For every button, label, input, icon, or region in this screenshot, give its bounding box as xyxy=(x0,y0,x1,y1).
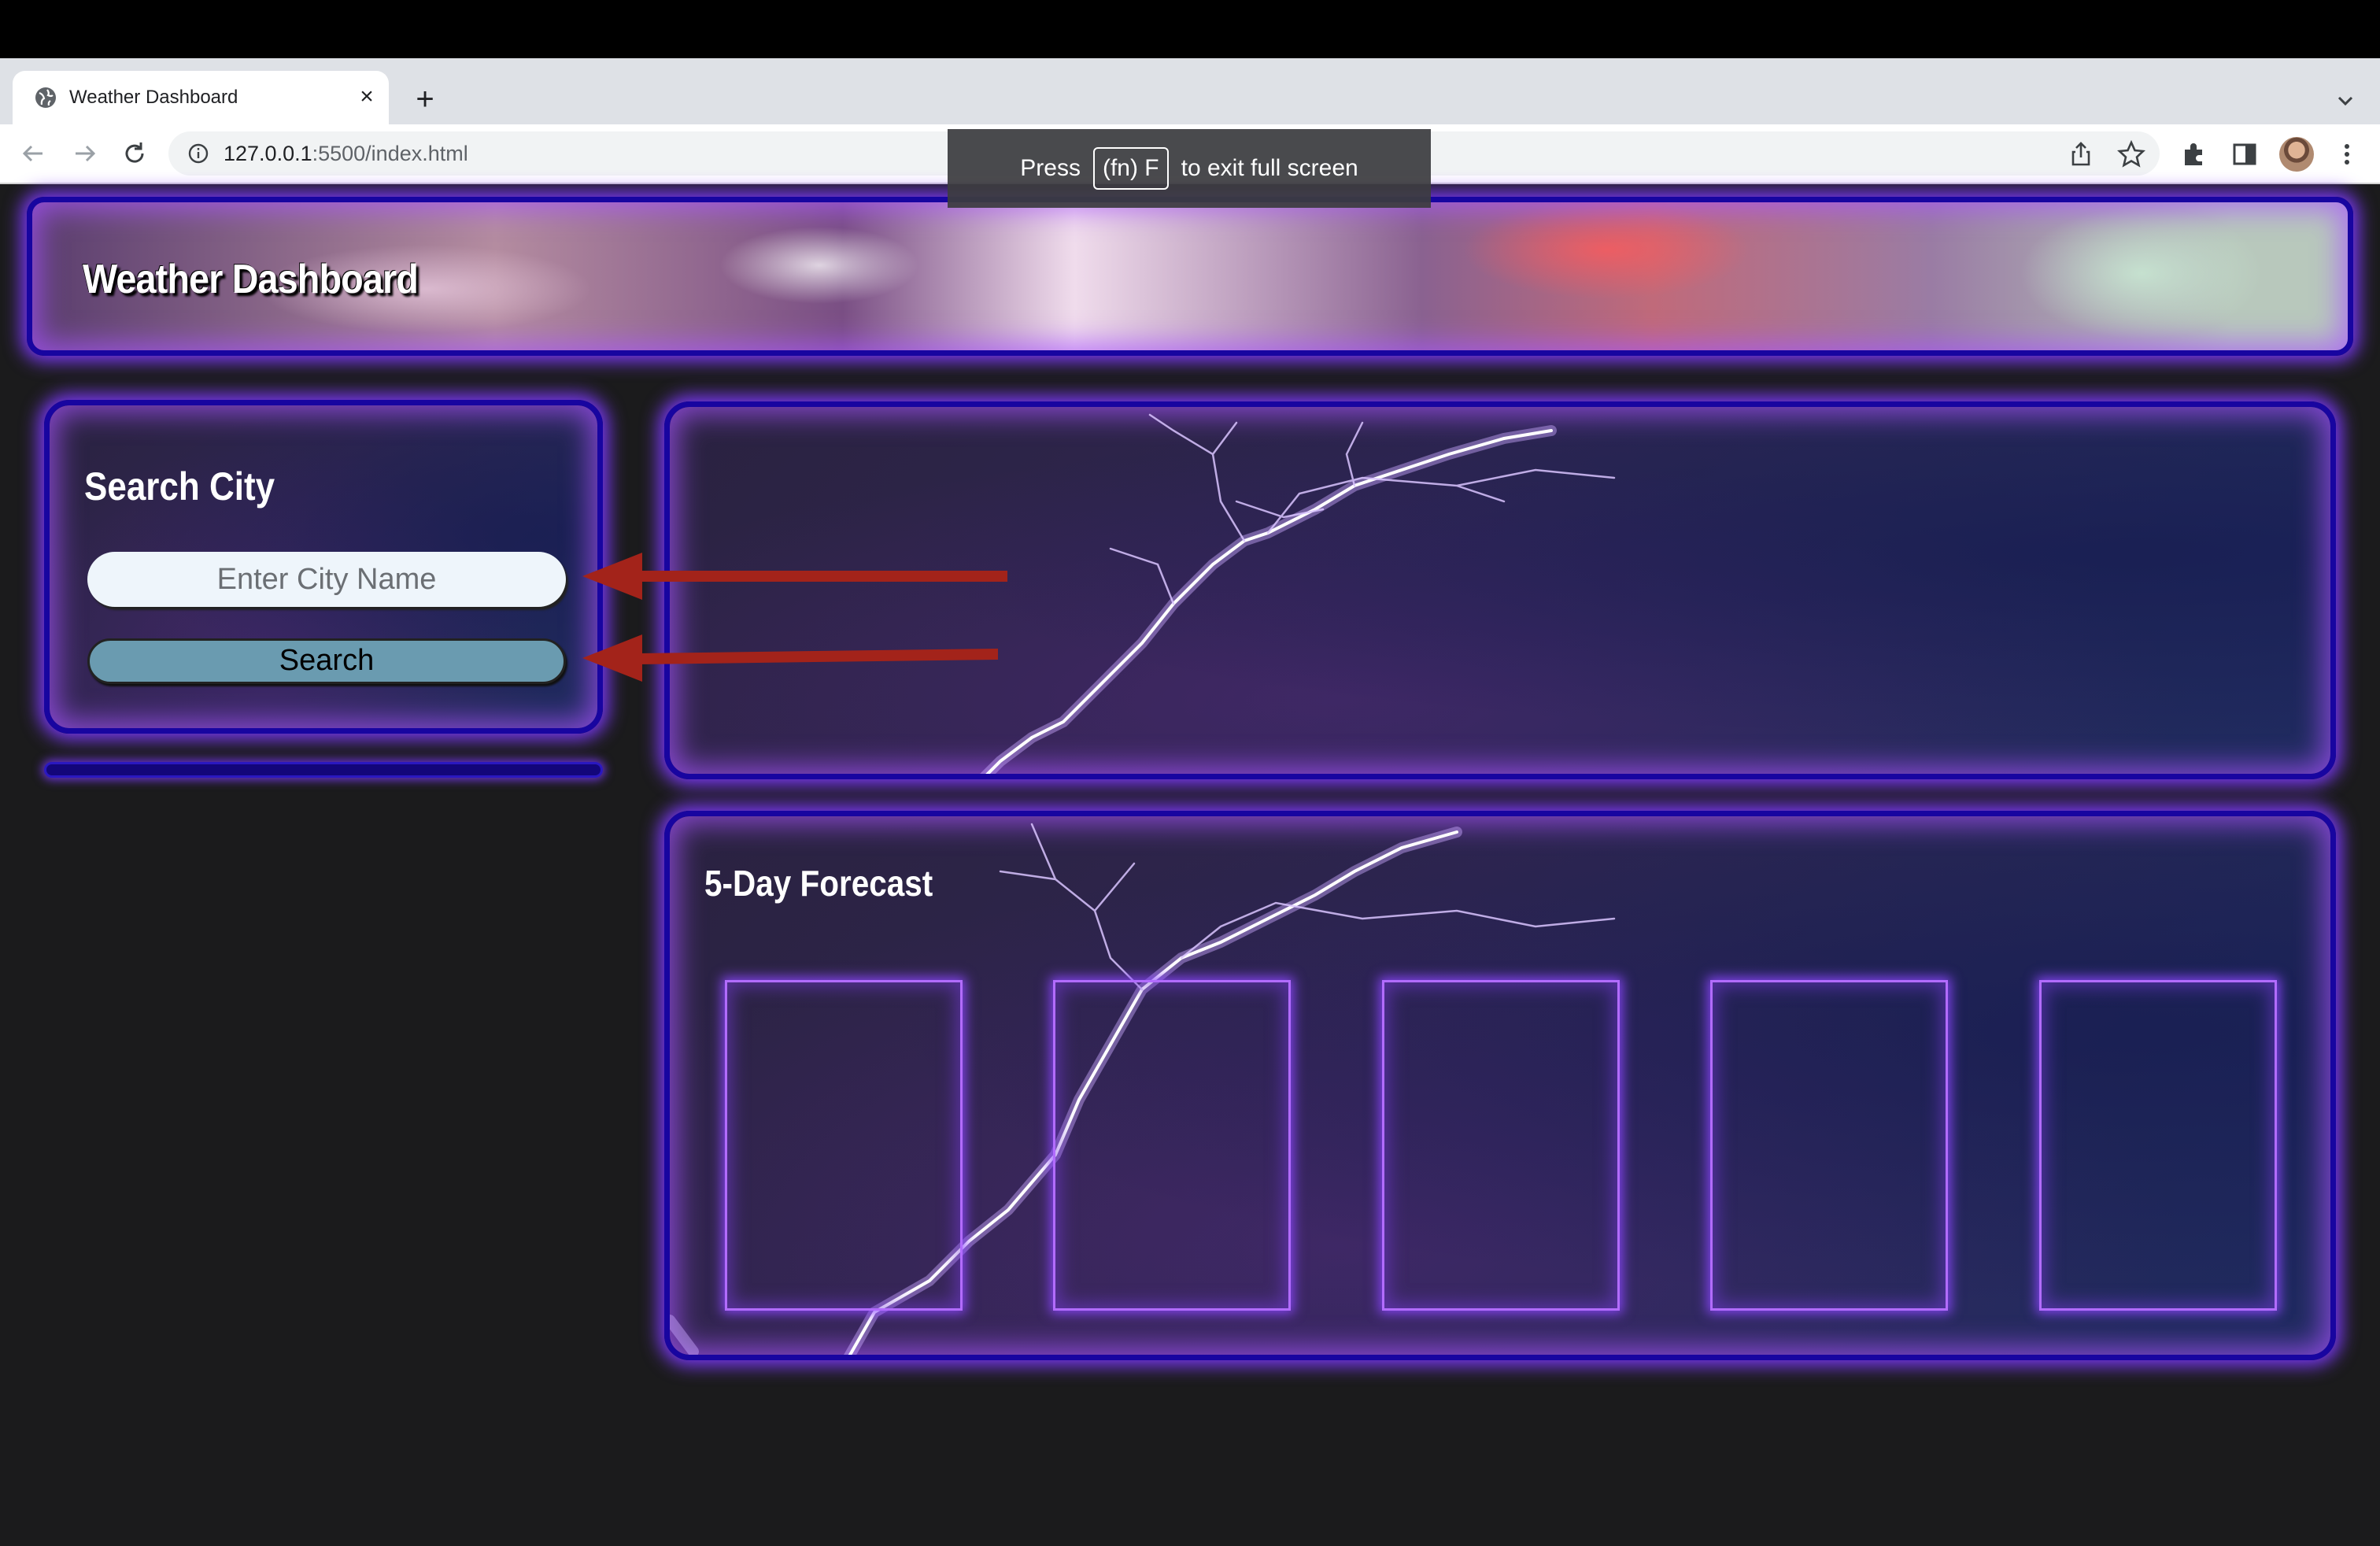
forecast-title: 5-Day Forecast xyxy=(704,863,933,904)
search-title: Search City xyxy=(84,464,275,509)
fullscreen-toast: Press (fn) F to exit full screen xyxy=(948,129,1431,208)
avatar[interactable] xyxy=(2279,137,2314,172)
close-icon[interactable]: × xyxy=(353,83,381,112)
back-icon[interactable] xyxy=(16,135,52,172)
annotation-arrow xyxy=(582,634,998,682)
reload-icon[interactable] xyxy=(116,135,153,172)
annotation-arrow xyxy=(582,553,1007,600)
tab-strip: Weather Dashboard × + xyxy=(0,58,2380,124)
forecast-card-5 xyxy=(2039,980,2277,1311)
forward-icon[interactable] xyxy=(66,135,102,172)
forecast-card-2 xyxy=(1053,980,1291,1311)
url-text: 127.0.0.1:5500/index.html xyxy=(224,142,468,165)
menu-icon[interactable] xyxy=(2331,139,2363,170)
header-banner: Weather Dashboard xyxy=(27,197,2353,356)
tab-title: Weather Dashboard xyxy=(69,87,238,108)
forecast-card-3 xyxy=(1382,980,1620,1311)
forecast-card-1 xyxy=(725,980,963,1311)
chevron-down-icon[interactable] xyxy=(2330,85,2361,117)
page-title: Weather Dashboard xyxy=(83,257,419,302)
tab-weather-dashboard[interactable]: Weather Dashboard × xyxy=(13,71,389,124)
info-icon[interactable] xyxy=(187,142,209,165)
star-icon[interactable] xyxy=(2116,139,2147,170)
screen-top-bar xyxy=(0,0,2380,58)
share-icon[interactable] xyxy=(2065,139,2097,170)
fullscreen-key: (fn) F xyxy=(1092,147,1169,190)
plus-icon[interactable]: + xyxy=(406,82,444,120)
globe-icon xyxy=(35,87,56,108)
search-history-list xyxy=(44,762,603,778)
search-panel: Search City Search xyxy=(44,400,603,734)
city-search-input[interactable] xyxy=(87,552,566,607)
forecast-panel: 5-Day Forecast xyxy=(664,811,2336,1360)
search-button[interactable]: Search xyxy=(87,638,566,684)
side-panel-icon[interactable] xyxy=(2229,139,2260,170)
extensions-icon[interactable] xyxy=(2179,139,2210,170)
forecast-card-4 xyxy=(1710,980,1948,1311)
